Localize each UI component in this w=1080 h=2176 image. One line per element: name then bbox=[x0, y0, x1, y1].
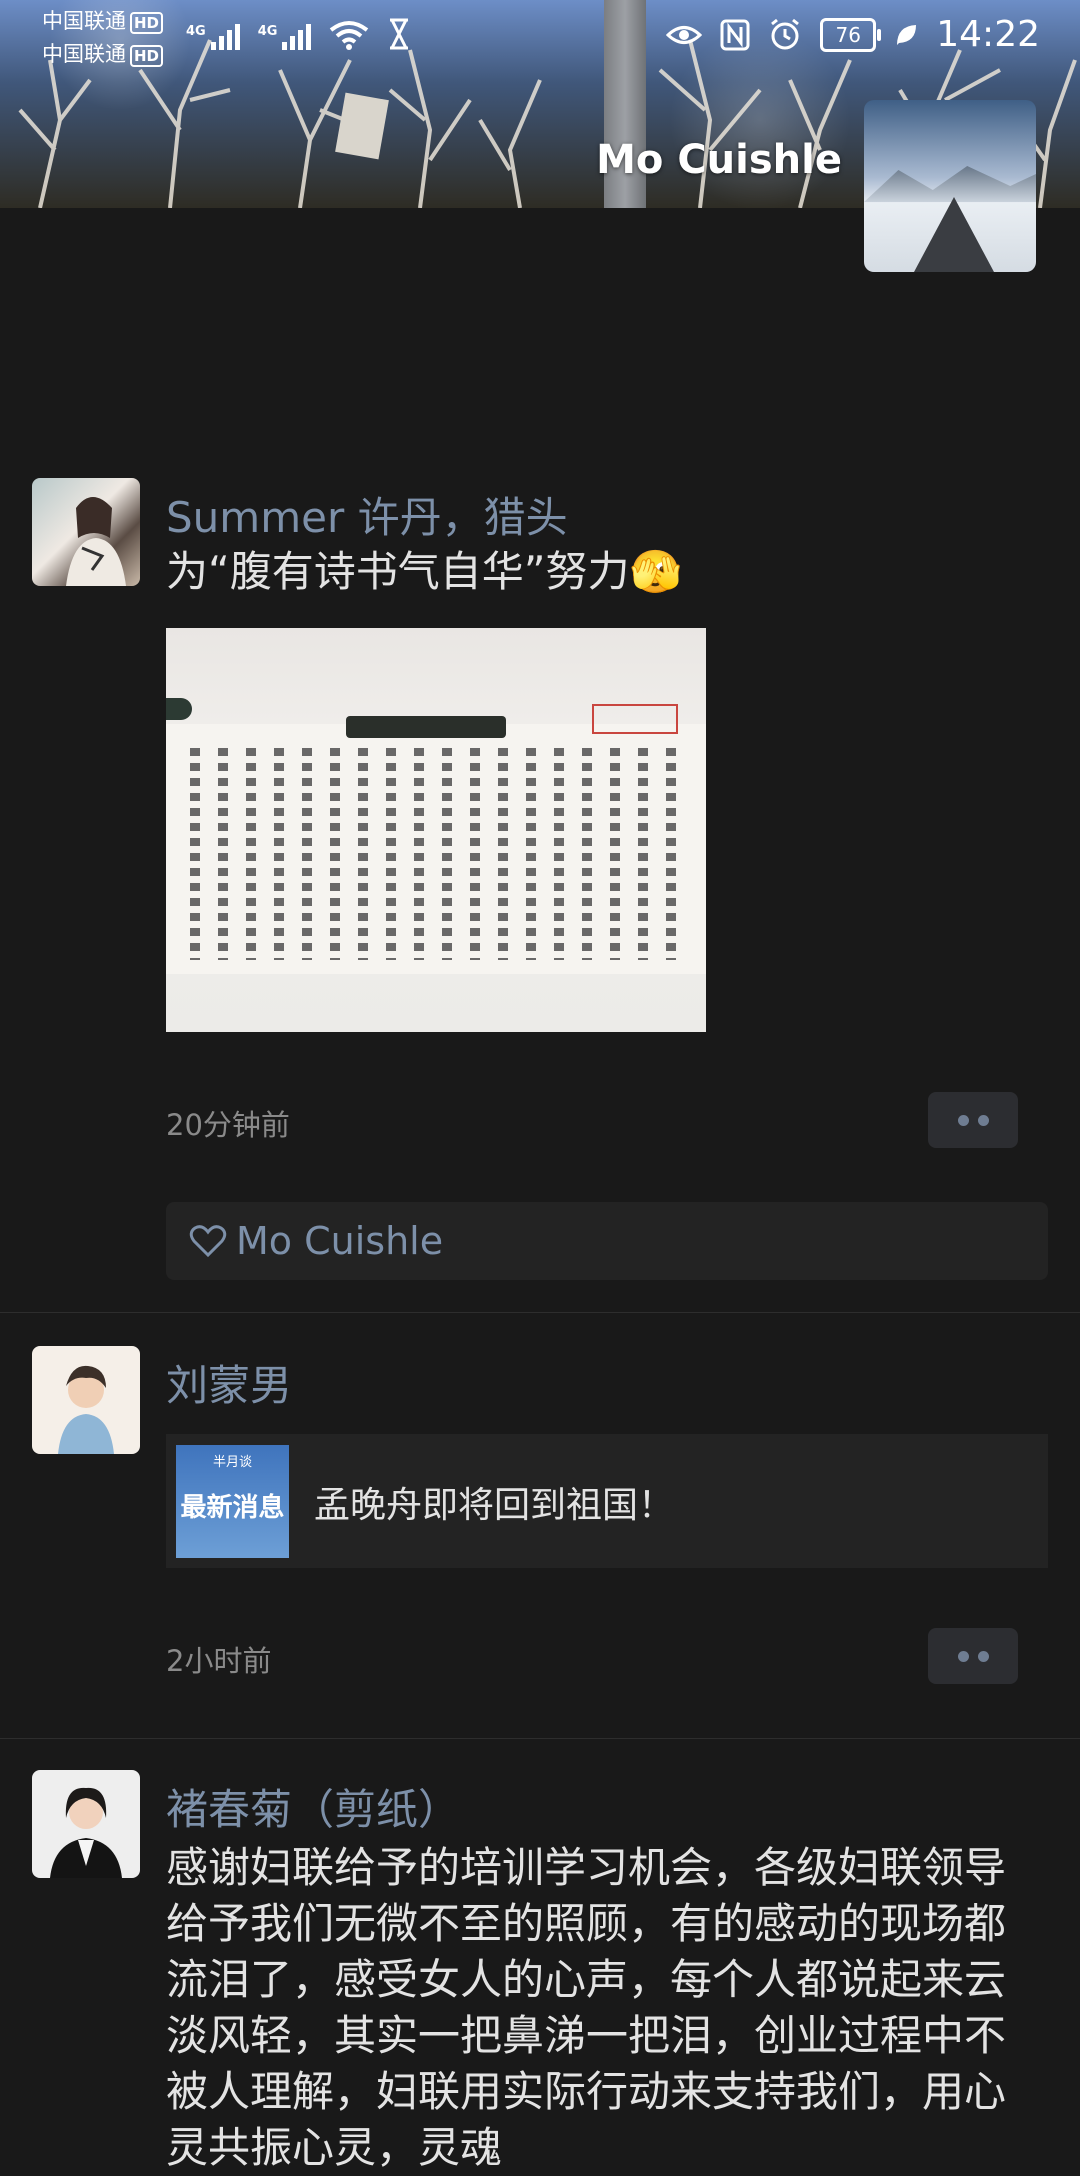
likes-box: Mo Cuishle bbox=[166, 1202, 1048, 1280]
thumbnail-brand: 半月谈 bbox=[212, 1455, 252, 1470]
hd-badge-2: HD bbox=[130, 45, 164, 67]
dot-icon bbox=[957, 1114, 969, 1126]
carrier-1-label: 中国联通 bbox=[42, 9, 126, 33]
my-avatar[interactable] bbox=[864, 100, 1036, 272]
post-divider bbox=[0, 1738, 1080, 1739]
avatar[interactable] bbox=[32, 1770, 140, 1878]
avatar[interactable] bbox=[32, 478, 140, 586]
status-bar: 中国联通 HD 中国联通 HD 4G 4G 76 14:22 bbox=[0, 0, 1080, 70]
hd-badge: HD bbox=[130, 12, 164, 34]
wifi-icon bbox=[330, 21, 369, 50]
like-user-name[interactable]: Mo Cuishle bbox=[236, 1219, 443, 1263]
post-divider bbox=[0, 1312, 1080, 1313]
post-text: 感谢妇联给予的培训学习机会，各级妇联领导给予我们无微不至的照顾，有的感动的现场都… bbox=[166, 1843, 1007, 2172]
post-text: 为“腹有诗书气自华”努力🫣 bbox=[166, 547, 682, 596]
battery-icon: 76 bbox=[820, 17, 882, 52]
shared-article-title: 孟晚舟即将回到祖国！ bbox=[314, 1485, 675, 1526]
post-time: 20分钟前 bbox=[166, 1108, 290, 1142]
shared-article-thumbnail: 半月谈 最新消息 bbox=[176, 1445, 289, 1558]
post-time: 2小时前 bbox=[166, 1644, 272, 1678]
network-label-2: 4G bbox=[257, 24, 278, 39]
alarm-icon bbox=[771, 18, 800, 49]
post-author-name[interactable]: 褚春菊（剪纸） bbox=[166, 1776, 460, 1837]
clock: 14:22 bbox=[936, 14, 1040, 55]
network-label-1: 4G bbox=[186, 24, 206, 39]
comment-more-button[interactable] bbox=[928, 1092, 1018, 1148]
dot-icon bbox=[977, 1650, 989, 1662]
carrier-2-label: 中国联通 bbox=[42, 42, 126, 66]
signal-icon-1: 4G bbox=[186, 24, 240, 50]
avatar[interactable] bbox=[32, 1346, 140, 1454]
cover-user-name[interactable]: Mo Cuishle bbox=[596, 137, 842, 183]
post-author-name[interactable]: 刘蒙男 bbox=[166, 1352, 292, 1413]
leaf-icon bbox=[897, 24, 917, 45]
eye-comfort-icon bbox=[666, 25, 703, 44]
dot-icon bbox=[977, 1114, 989, 1126]
thumbnail-tag: 最新消息 bbox=[180, 1493, 285, 1523]
post-author-name[interactable]: Summer 许丹，猎头 bbox=[166, 484, 568, 545]
nfc-icon bbox=[720, 19, 750, 50]
signal-icon-2: 4G bbox=[258, 24, 312, 50]
carrier-2: 中国联通 HD bbox=[42, 41, 164, 67]
comment-more-button[interactable] bbox=[928, 1628, 1018, 1684]
hourglass-icon bbox=[390, 18, 409, 50]
shared-article-card[interactable]: 半月谈 最新消息 孟晚舟即将回到祖国！ bbox=[166, 1434, 1048, 1568]
post-image[interactable] bbox=[166, 628, 706, 1032]
dot-icon bbox=[957, 1650, 969, 1662]
heart-icon bbox=[189, 1225, 227, 1258]
carrier-1: 中国联通 HD bbox=[42, 8, 164, 34]
